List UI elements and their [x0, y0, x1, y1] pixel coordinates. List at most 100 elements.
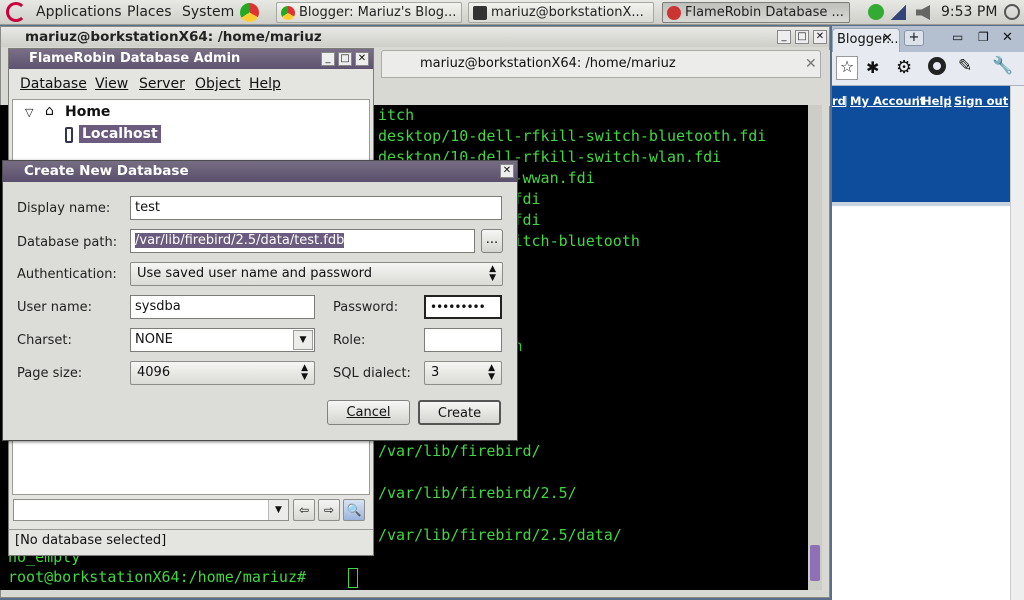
minimize-icon[interactable]: ▭ — [952, 30, 963, 44]
clock[interactable]: 9:53 PM — [941, 4, 997, 20]
page-size-label: Page size: — [17, 366, 83, 381]
page-size-select[interactable]: 4096 ▲ ▼ — [130, 361, 315, 385]
search-next-button[interactable]: ⇨ — [318, 499, 340, 521]
chrome-settings-icon[interactable] — [928, 57, 946, 75]
tree-search-input[interactable]: ▼ — [13, 499, 289, 521]
dialog-close-button[interactable]: ✕ — [500, 164, 514, 178]
chrome-scrollbar[interactable] — [1010, 86, 1024, 600]
search-dropdown-arrow-icon[interactable]: ▼ — [268, 500, 288, 520]
dialog-titlebar[interactable]: Create New Database — [3, 161, 517, 182]
terminal-close-button[interactable]: ✕ — [813, 30, 827, 44]
tree-item-home[interactable]: Home — [65, 104, 110, 120]
terminal-line: /var/lib/firebird/ — [378, 442, 541, 460]
flamerobin-icon — [667, 6, 681, 20]
maximize-icon[interactable]: ❐ — [978, 30, 989, 44]
close-tab-icon[interactable]: ✕ — [882, 31, 893, 46]
dialog-title: Create New Database — [24, 163, 189, 179]
terminal-tab-title: mariuz@borkstationX64: /home/mariuz — [420, 56, 676, 71]
terminal-line: /var/lib/firebird/2.5/data/ — [378, 526, 622, 544]
terminal-scroll-thumb[interactable] — [810, 545, 820, 581]
menu-view[interactable]: View — [95, 76, 128, 92]
search-icon[interactable]: 🔍 — [343, 499, 365, 521]
charset-combo[interactable]: NONE ▼ — [130, 328, 315, 352]
role-field[interactable] — [424, 328, 502, 352]
expand-arrow-icon[interactable]: ▽ — [25, 106, 33, 119]
tree-item-localhost[interactable]: Localhost — [79, 125, 161, 143]
display-name-field[interactable]: test — [130, 196, 502, 220]
terminal-tabbar: ✕ mariuz@borkstationX64: /home/mariuz ✕ — [373, 50, 830, 106]
authentication-label: Authentication: — [17, 267, 117, 282]
chrome-page: rd | My Account | Help | Sign out — [832, 86, 1024, 600]
terminal-icon — [473, 6, 487, 20]
user-name-label: User name: — [17, 300, 93, 315]
terminal-line: itch — [378, 106, 415, 124]
status-text: [No database selected] — [15, 533, 167, 548]
role-label: Role: — [333, 333, 366, 348]
system-menu[interactable]: System — [182, 4, 234, 20]
terminal-scrollbar[interactable] — [808, 105, 822, 590]
taskbar-item-blogger[interactable]: Blogger: Mariuz's Blog... — [276, 2, 462, 23]
task-label: mariuz@borkstationX... — [491, 5, 644, 20]
charset-label: Charset: — [17, 333, 72, 348]
menu-help[interactable]: Help — [249, 76, 281, 92]
terminal-prompt-row[interactable]: root@borkstationX64:/home/mariuz# — [8, 567, 358, 588]
password-label: Password: — [333, 300, 399, 315]
applications-menu[interactable]: Applications — [36, 4, 122, 20]
authentication-value: Use saved user name and password — [137, 266, 373, 281]
terminal-minimize-button[interactable]: _ — [777, 30, 791, 44]
menu-object[interactable]: Object — [195, 76, 241, 92]
terminal-cursor — [348, 568, 358, 588]
authentication-select[interactable]: Use saved user name and password ▲ ▼ — [130, 262, 503, 286]
terminal-line: desktop/10-dell-rfkill-switch-bluetooth.… — [378, 127, 767, 145]
search-prev-button[interactable]: ⇦ — [293, 499, 315, 521]
statusbar: [No database selected] — [9, 529, 373, 551]
chevron-down-icon[interactable]: ▼ — [293, 330, 313, 350]
select-arrows-icon: ▲ ▼ — [489, 264, 496, 283]
eyedropper-icon[interactable]: ✎ — [958, 56, 972, 76]
fr-maximize-button[interactable]: □ — [338, 52, 352, 66]
charset-value: NONE — [135, 332, 173, 347]
flamerobin-titlebar[interactable]: FlameRobin Database Admin — [9, 49, 373, 69]
extension-icon[interactable]: ✱ — [866, 58, 879, 77]
terminal-maximize-button[interactable]: □ — [795, 30, 809, 44]
sql-dialect-value: 3 — [431, 365, 440, 380]
chrome-launcher-icon[interactable] — [240, 3, 259, 22]
network-icon[interactable] — [868, 4, 884, 20]
password-field[interactable]: ••••••••• — [424, 295, 502, 319]
sign-out-link[interactable]: Sign out — [954, 94, 1008, 108]
menu-database[interactable]: Database — [20, 76, 87, 92]
volume-icon[interactable] — [916, 5, 930, 20]
my-account-link[interactable]: My Account — [850, 94, 925, 108]
wrench-icon[interactable]: 🔧 — [992, 56, 1013, 76]
user-name-field[interactable]: sysdba — [130, 295, 315, 319]
sql-dialect-select[interactable]: 3 ▲ ▼ — [424, 361, 502, 385]
power-icon[interactable] — [1004, 4, 1020, 20]
sql-dialect-label: SQL dialect: — [333, 366, 411, 381]
gear-icon[interactable]: ⚙ — [896, 57, 912, 78]
close-icon[interactable]: ✕ — [1002, 30, 1013, 45]
database-path-field[interactable]: /var/lib/firebird/2.5/data/test.fdb — [130, 229, 475, 253]
chrome-icon — [281, 6, 295, 20]
chrome-toolbar: ☆ ✱ ⚙ ✎ 🔧 — [832, 52, 1024, 86]
places-menu[interactable]: Places — [127, 4, 172, 20]
create-button[interactable]: Create — [418, 400, 501, 425]
chrome-window: Blogger... ✕ + ▭ ❐ ✕ ☆ ✱ ⚙ ✎ 🔧 rd | My A… — [832, 26, 1024, 600]
debian-logo-icon[interactable] — [6, 2, 26, 22]
database-path-label: Database path: — [17, 235, 118, 250]
server-icon — [65, 127, 73, 143]
blogger-navbar: rd | My Account | Help | Sign out — [832, 86, 1010, 202]
browse-button[interactable]: ... — [481, 229, 503, 253]
signal-icon[interactable] — [890, 5, 906, 20]
taskbar-item-flamerobin[interactable]: FlameRobin Database ... — [662, 2, 850, 23]
cancel-button[interactable]: Cancel — [327, 400, 410, 425]
close-tab-icon[interactable]: ✕ — [805, 56, 817, 72]
terminal-tab[interactable]: mariuz@borkstationX64: /home/mariuz — [381, 50, 821, 78]
task-label: FlameRobin Database ... — [685, 5, 844, 20]
fr-close-button[interactable]: ✕ — [355, 52, 369, 66]
taskbar-item-terminal[interactable]: mariuz@borkstationX... — [468, 2, 654, 23]
menu-server[interactable]: Server — [139, 76, 185, 92]
bookmark-star-icon[interactable]: ☆ — [836, 56, 858, 80]
fr-minimize-button[interactable]: _ — [321, 52, 335, 66]
display-name-label: Display name: — [17, 201, 111, 216]
new-tab-button[interactable]: + — [904, 30, 924, 46]
